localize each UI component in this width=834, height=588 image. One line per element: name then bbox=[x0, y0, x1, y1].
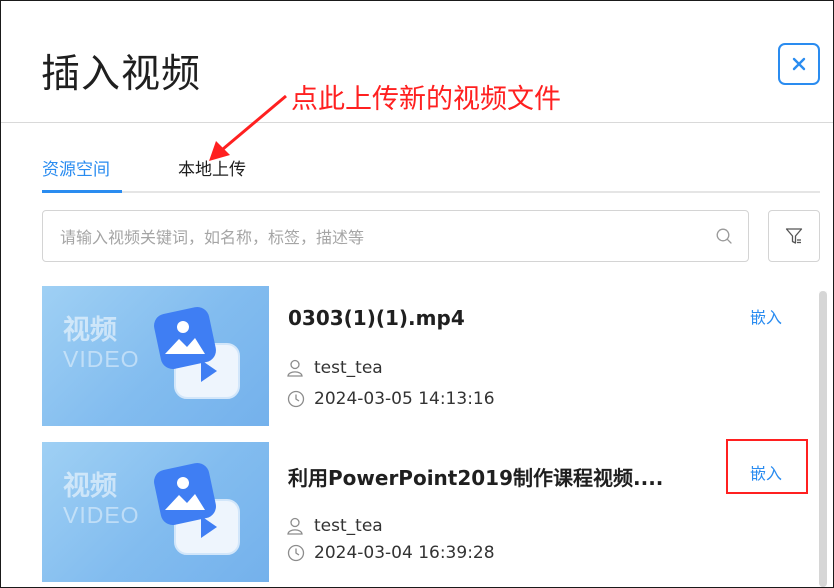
active-tab-indicator bbox=[42, 190, 122, 193]
search-box bbox=[42, 210, 749, 262]
embed-highlight-box bbox=[726, 439, 808, 494]
upload-time: 2024-03-04 16:39:28 bbox=[314, 543, 495, 563]
video-image-icon bbox=[154, 463, 240, 555]
search-icon[interactable] bbox=[715, 227, 733, 245]
video-title[interactable]: 0303(1)(1).mp4 bbox=[288, 306, 465, 330]
video-image-icon bbox=[154, 307, 240, 399]
clock-icon bbox=[287, 544, 305, 562]
user-icon bbox=[287, 359, 303, 377]
scrollbar-thumb[interactable] bbox=[819, 291, 827, 587]
thumbnail-label-en: VIDEO bbox=[63, 502, 140, 528]
author-name: test_tea bbox=[314, 358, 383, 378]
video-thumbnail[interactable]: 视频 VIDEO bbox=[42, 286, 269, 426]
insert-video-dialog: 插入视频 点此上传新的视频文件 资源空间 本地上传 视频 VIDEO bbox=[0, 0, 834, 588]
filter-button[interactable] bbox=[768, 210, 820, 262]
tab-local-upload[interactable]: 本地上传 bbox=[178, 155, 246, 180]
search-input[interactable] bbox=[44, 212, 722, 262]
video-time: 2024-03-04 16:39:28 bbox=[286, 543, 495, 563]
user-icon bbox=[287, 517, 303, 535]
filter-icon bbox=[785, 228, 803, 244]
thumbnail-label: 视频 bbox=[63, 315, 117, 346]
clock-icon bbox=[287, 390, 305, 408]
video-time: 2024-03-05 14:13:16 bbox=[286, 389, 495, 409]
video-list-item[interactable]: 视频 VIDEO 0303(1)(1).mp4 test_tea 2024-03… bbox=[42, 286, 812, 426]
upload-time: 2024-03-05 14:13:16 bbox=[314, 389, 495, 409]
thumbnail-label: 视频 bbox=[63, 471, 117, 502]
annotation-arrow-icon bbox=[209, 94, 287, 161]
thumbnail-label-en: VIDEO bbox=[63, 346, 140, 372]
tab-resource-space[interactable]: 资源空间 bbox=[42, 155, 110, 180]
author-name: test_tea bbox=[314, 516, 383, 536]
video-author: test_tea bbox=[286, 516, 383, 536]
video-thumbnail[interactable]: 视频 VIDEO bbox=[42, 442, 269, 582]
embed-button[interactable]: 嵌入 bbox=[750, 304, 782, 328]
video-author: test_tea bbox=[286, 358, 383, 378]
video-list-item[interactable]: 视频 VIDEO 利用PowerPoint2019制作课程视频.... test… bbox=[42, 439, 812, 582]
tabs-divider bbox=[42, 191, 820, 193]
video-title[interactable]: 利用PowerPoint2019制作课程视频.... bbox=[288, 462, 663, 491]
